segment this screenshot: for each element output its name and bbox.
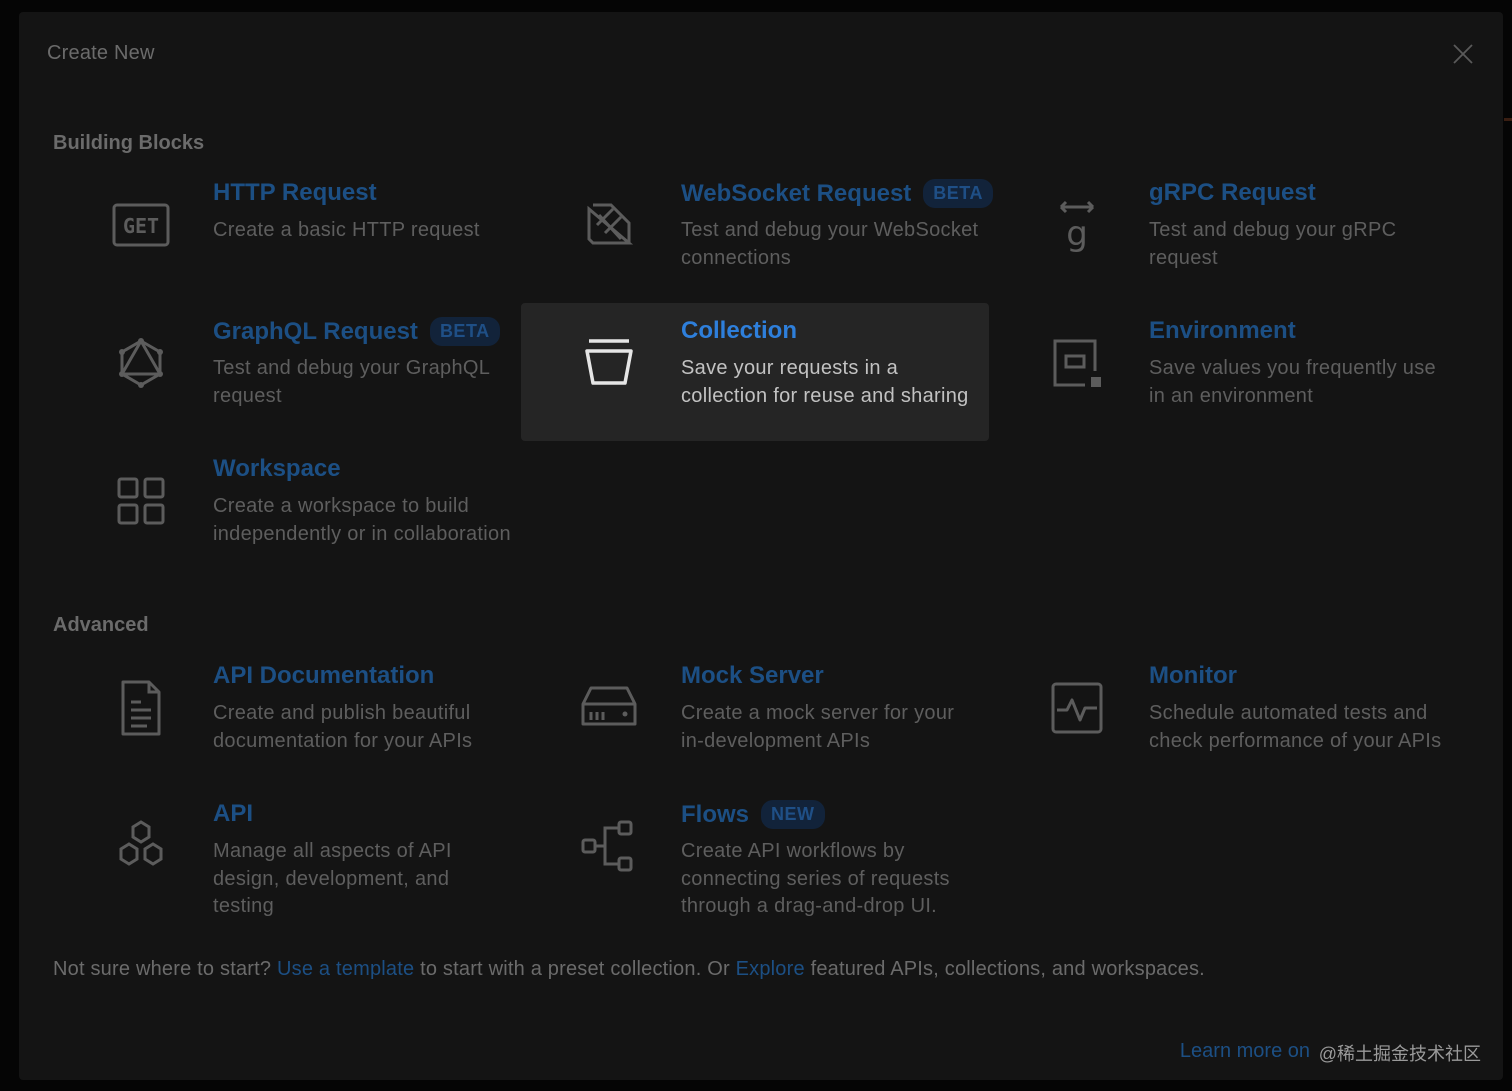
modal-title: Create New [47, 42, 155, 64]
card-title: Workspace [213, 455, 341, 482]
grpc-icon: g [1045, 193, 1109, 257]
monitor-icon [1045, 676, 1109, 740]
card-title: gRPC Request [1149, 179, 1316, 206]
watermark: @稀土掘金技术社区 [1318, 1044, 1481, 1064]
document-icon [109, 676, 173, 740]
card-description: Create API workflows by connecting serie… [681, 840, 950, 917]
new-badge: NEW [761, 800, 825, 829]
collection-icon [577, 331, 641, 395]
card-title: API [213, 800, 254, 827]
section-building-blocks: Building Blocks [53, 132, 205, 154]
card-mock-server[interactable]: Mock Server Create a mock server for you… [521, 648, 989, 786]
close-icon [1453, 44, 1473, 64]
workspace-icon [109, 469, 173, 533]
card-websocket-request[interactable]: WebSocket Request BETA Test and debug yo… [521, 165, 993, 303]
card-description: Create a basic HTTP request [213, 219, 480, 241]
card-description: Save values you frequently use in an env… [1149, 357, 1436, 407]
card-workspace[interactable]: Workspace Create a workspace to build in… [53, 441, 521, 579]
card-flows[interactable]: Flows NEW Create API workflows by connec… [521, 786, 989, 924]
api-icon [109, 814, 173, 878]
learn-more-link[interactable]: Learn more on [1180, 1040, 1310, 1063]
card-description: Create and publish beautiful documentati… [213, 702, 473, 752]
create-new-modal: Create New Building Blocks GET HTTP Requ… [19, 12, 1503, 1080]
card-api-documentation[interactable]: API Documentation Create and publish bea… [53, 648, 521, 786]
card-monitor[interactable]: Monitor Schedule automated tests and che… [989, 648, 1457, 786]
graphql-icon [109, 331, 173, 395]
card-title: Monitor [1149, 662, 1237, 689]
card-description: Create a workspace to build independentl… [213, 495, 511, 545]
card-title: API Documentation [213, 662, 435, 689]
flows-icon [577, 814, 641, 878]
card-title: Collection [681, 317, 798, 344]
footer-help-text: Not sure where to start? Use a template … [53, 958, 1205, 981]
footer-prefix: Not sure where to start? [53, 958, 272, 980]
environment-icon [1045, 331, 1109, 395]
close-button[interactable] [1451, 42, 1475, 66]
card-environment[interactable]: Environment Save values you frequently u… [989, 303, 1457, 441]
get-icon: GET [109, 193, 173, 257]
card-description: Save your requests in a collection for r… [681, 357, 969, 407]
footer-suffix: featured APIs, collections, and workspac… [810, 958, 1205, 980]
card-title: WebSocket Request [681, 179, 912, 207]
card-description: Create a mock server for your in-develop… [681, 702, 955, 752]
svg-text:GET: GET [123, 214, 159, 238]
beta-badge: BETA [429, 317, 500, 346]
explore-link[interactable]: Explore [736, 958, 805, 980]
card-grpc-request[interactable]: g gRPC Request Test and debug your gRPC … [989, 165, 1457, 303]
card-api[interactable]: API Manage all aspects of API design, de… [53, 786, 521, 924]
card-title: Flows [681, 800, 750, 828]
use-template-link[interactable]: Use a template [277, 958, 414, 980]
card-title: Environment [1149, 317, 1296, 344]
background-edge-mark [1504, 118, 1512, 121]
card-title: HTTP Request [213, 179, 377, 206]
card-title: GraphQL Request [213, 317, 418, 345]
card-description: Schedule automated tests and check perfo… [1149, 702, 1442, 752]
card-description: Test and debug your GraphQL request [213, 357, 490, 407]
svg-text:g: g [1066, 214, 1088, 254]
card-description: Test and debug your gRPC request [1149, 219, 1397, 269]
server-icon [577, 676, 641, 740]
section-advanced: Advanced [53, 614, 149, 636]
card-collection[interactable]: Collection Save your requests in a colle… [521, 303, 989, 441]
card-title: Mock Server [681, 662, 824, 689]
card-description: Manage all aspects of API design, develo… [213, 840, 452, 917]
websocket-icon [577, 193, 641, 257]
footer-middle: to start with a preset collection. Or [420, 958, 730, 980]
card-description: Test and debug your WebSocket connection… [681, 219, 979, 269]
card-graphql-request[interactable]: GraphQL Request BETA Test and debug your… [53, 303, 521, 441]
card-http-request[interactable]: GET HTTP Request Create a basic HTTP req… [53, 165, 521, 303]
beta-badge: BETA [923, 179, 993, 208]
